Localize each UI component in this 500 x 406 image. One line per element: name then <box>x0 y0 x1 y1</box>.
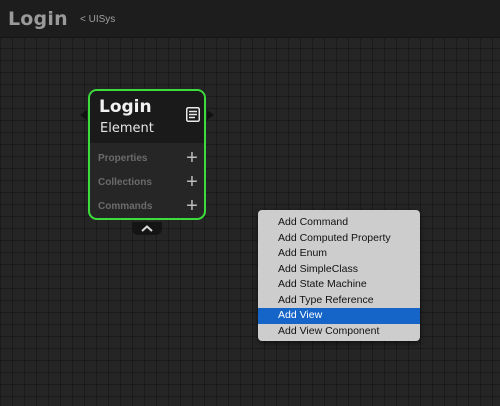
collections-label: Collections <box>98 177 152 188</box>
top-bar: Login < UISys <box>0 0 500 38</box>
menu-item-add-command[interactable]: Add Command <box>258 215 420 231</box>
properties-label: Properties <box>98 153 148 164</box>
back-link[interactable]: < UISys <box>80 14 115 25</box>
commands-label: Commands <box>98 201 153 212</box>
output-port[interactable] <box>207 110 214 120</box>
menu-item-add-view-component[interactable]: Add View Component <box>258 324 420 340</box>
node-name: Login <box>99 97 152 117</box>
menu-item-add-type-reference[interactable]: Add Type Reference <box>258 293 420 309</box>
element-node[interactable]: Login Element Properties + Collections +… <box>88 89 206 220</box>
commands-section: Commands + <box>90 195 204 218</box>
input-port[interactable] <box>80 110 87 120</box>
node-type: Element <box>100 121 154 136</box>
node-header[interactable]: Login Element <box>90 91 204 143</box>
document-icon[interactable] <box>186 107 200 122</box>
menu-item-add-state-machine[interactable]: Add State Machine <box>258 277 420 293</box>
add-collection-button[interactable]: + <box>184 171 200 193</box>
context-menu: Add Command Add Computed Property Add En… <box>258 210 420 341</box>
page-title: Login <box>8 8 68 30</box>
collapse-toggle[interactable] <box>132 222 162 235</box>
add-property-button[interactable]: + <box>184 147 200 169</box>
menu-item-add-computed-property[interactable]: Add Computed Property <box>258 231 420 247</box>
collections-section: Collections + <box>90 171 204 195</box>
menu-item-add-simpleclass[interactable]: Add SimpleClass <box>258 262 420 278</box>
chevron-up-icon <box>141 225 153 232</box>
menu-item-add-view[interactable]: Add View <box>258 308 420 324</box>
properties-section: Properties + <box>90 147 204 171</box>
add-command-button[interactable]: + <box>184 195 200 217</box>
menu-item-add-enum[interactable]: Add Enum <box>258 246 420 262</box>
